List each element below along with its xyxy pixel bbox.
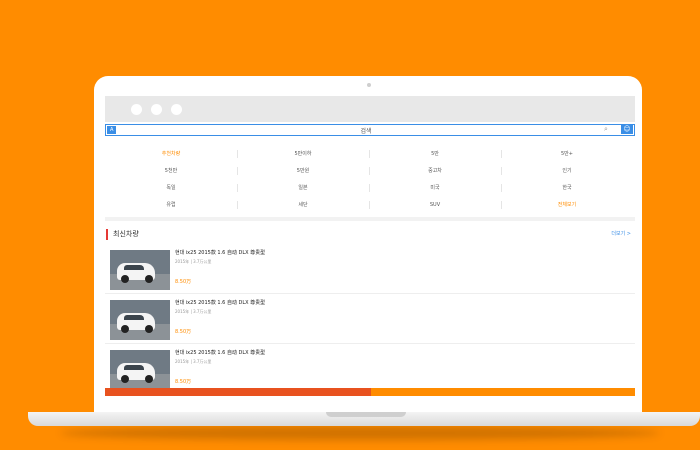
search-category-tag[interactable]: A (107, 126, 117, 134)
grid-divider (501, 184, 502, 192)
category-item[interactable]: 유럽 (105, 197, 237, 213)
grid-divider (501, 201, 502, 209)
listing-divider (105, 293, 635, 294)
section-header: 최신차량 더보기 > (105, 228, 635, 242)
section-title: 최신차량 (113, 230, 139, 238)
listing-title[interactable]: 현대 ix25 2015款 1.6 自动 DLX 尊贵型 (175, 300, 265, 307)
category-item[interactable]: 인기 (501, 163, 633, 179)
bottom-tab-inactive[interactable] (371, 388, 635, 396)
user-icon[interactable]: ☺ (621, 124, 633, 134)
category-item[interactable]: 전체보기 (501, 197, 633, 213)
section-separator (105, 217, 635, 221)
category-item[interactable]: 중고차 (369, 163, 501, 179)
listing-item[interactable]: 현대 ix25 2015款 1.6 自动 DLX 尊贵型 2015年 | 3.7… (105, 246, 635, 294)
laptop-shadow (60, 426, 660, 440)
window-maximize-icon[interactable] (171, 104, 182, 115)
bottom-tab-active[interactable] (105, 388, 371, 396)
grid-divider (237, 184, 238, 192)
listing-meta: 2015年 | 3.7万公里 (175, 309, 212, 314)
section-marker (106, 229, 108, 240)
window-minimize-icon[interactable] (151, 104, 162, 115)
window-close-icon[interactable] (131, 104, 142, 115)
category-item[interactable]: 한국 (501, 180, 633, 196)
category-item[interactable]: SUV (369, 197, 501, 213)
grid-divider (237, 201, 238, 209)
listing-meta: 2015年 | 3.7万公里 (175, 259, 212, 264)
grid-divider (237, 167, 238, 175)
search-icon[interactable]: ⌕ (604, 126, 611, 133)
category-grid: 추천차량 5만이하 5만 5만+ 5천만 5만원 중고차 인기 독일 일본 미국… (105, 144, 635, 214)
more-link[interactable]: 더보기 > (611, 230, 631, 239)
grid-divider (501, 150, 502, 158)
listing-title[interactable]: 현대 ix25 2015款 1.6 自动 DLX 尊贵型 (175, 250, 265, 257)
grid-divider (369, 184, 370, 192)
camera-icon (367, 83, 371, 87)
category-item[interactable]: 세단 (237, 197, 369, 213)
browser-titlebar (105, 96, 635, 122)
category-item[interactable]: 5만+ (501, 146, 633, 162)
listing-meta: 2015年 | 3.7万公里 (175, 359, 212, 364)
grid-divider (369, 201, 370, 209)
grid-divider (501, 167, 502, 175)
grid-divider (369, 167, 370, 175)
category-item[interactable]: 5만 (369, 146, 501, 162)
grid-divider (237, 150, 238, 158)
car-thumbnail[interactable] (110, 350, 170, 390)
category-item[interactable]: 5만원 (237, 163, 369, 179)
category-item[interactable]: 독일 (105, 180, 237, 196)
category-item[interactable]: 추천차량 (105, 146, 237, 162)
category-item[interactable]: 일본 (237, 180, 369, 196)
bottom-tab-bar (105, 388, 635, 396)
listing-item[interactable]: 현대 ix25 2015款 1.6 自动 DLX 尊贵型 2015年 | 3.7… (105, 346, 635, 394)
category-item[interactable]: 5천만 (105, 163, 237, 179)
car-thumbnail[interactable] (110, 300, 170, 340)
listing-item[interactable]: 현대 ix25 2015款 1.6 自动 DLX 尊贵型 2015年 | 3.7… (105, 296, 635, 344)
car-thumbnail[interactable] (110, 250, 170, 290)
listing-price: 8.50万 (175, 379, 192, 385)
search-input[interactable] (126, 125, 606, 135)
search-bar: A ⌕ (105, 124, 635, 136)
category-item[interactable]: 5만이하 (237, 146, 369, 162)
browser-screen: A ⌕ ☺ 추천차량 5만이하 5만 5만+ 5천만 5만원 중고차 인기 독일… (105, 96, 635, 396)
laptop-notch (326, 412, 406, 417)
category-item[interactable]: 미국 (369, 180, 501, 196)
grid-divider (369, 150, 370, 158)
listing-divider (105, 343, 635, 344)
listing-title[interactable]: 현대 ix25 2015款 1.6 自动 DLX 尊贵型 (175, 350, 265, 357)
listing-price: 8.50万 (175, 329, 192, 335)
listing-price: 8.50万 (175, 279, 192, 285)
